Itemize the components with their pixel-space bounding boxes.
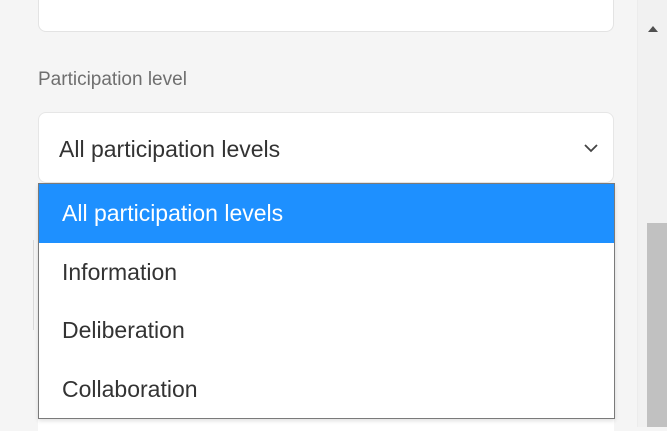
scroll-thumb[interactable] [647,223,667,427]
participation-level-label: Participation level [38,69,187,90]
select-current-value: All participation levels [59,136,281,162]
chevron-down-icon [581,140,601,156]
next-field-edge [38,418,614,431]
vertical-scrollbar[interactable] [637,0,667,427]
option-deliberation[interactable]: Deliberation [39,301,614,360]
option-collaboration[interactable]: Collaboration [39,360,614,419]
previous-field-input[interactable] [38,0,614,32]
filter-panel: Participation level All participation le… [0,0,637,431]
scroll-up-arrow-icon[interactable] [648,26,658,32]
option-information[interactable]: Information [39,243,614,302]
option-all-participation-levels[interactable]: All participation levels [39,184,614,243]
participation-level-select[interactable]: All participation levels [38,112,614,183]
participation-level-dropdown[interactable]: All participation levels Information Del… [38,183,615,419]
